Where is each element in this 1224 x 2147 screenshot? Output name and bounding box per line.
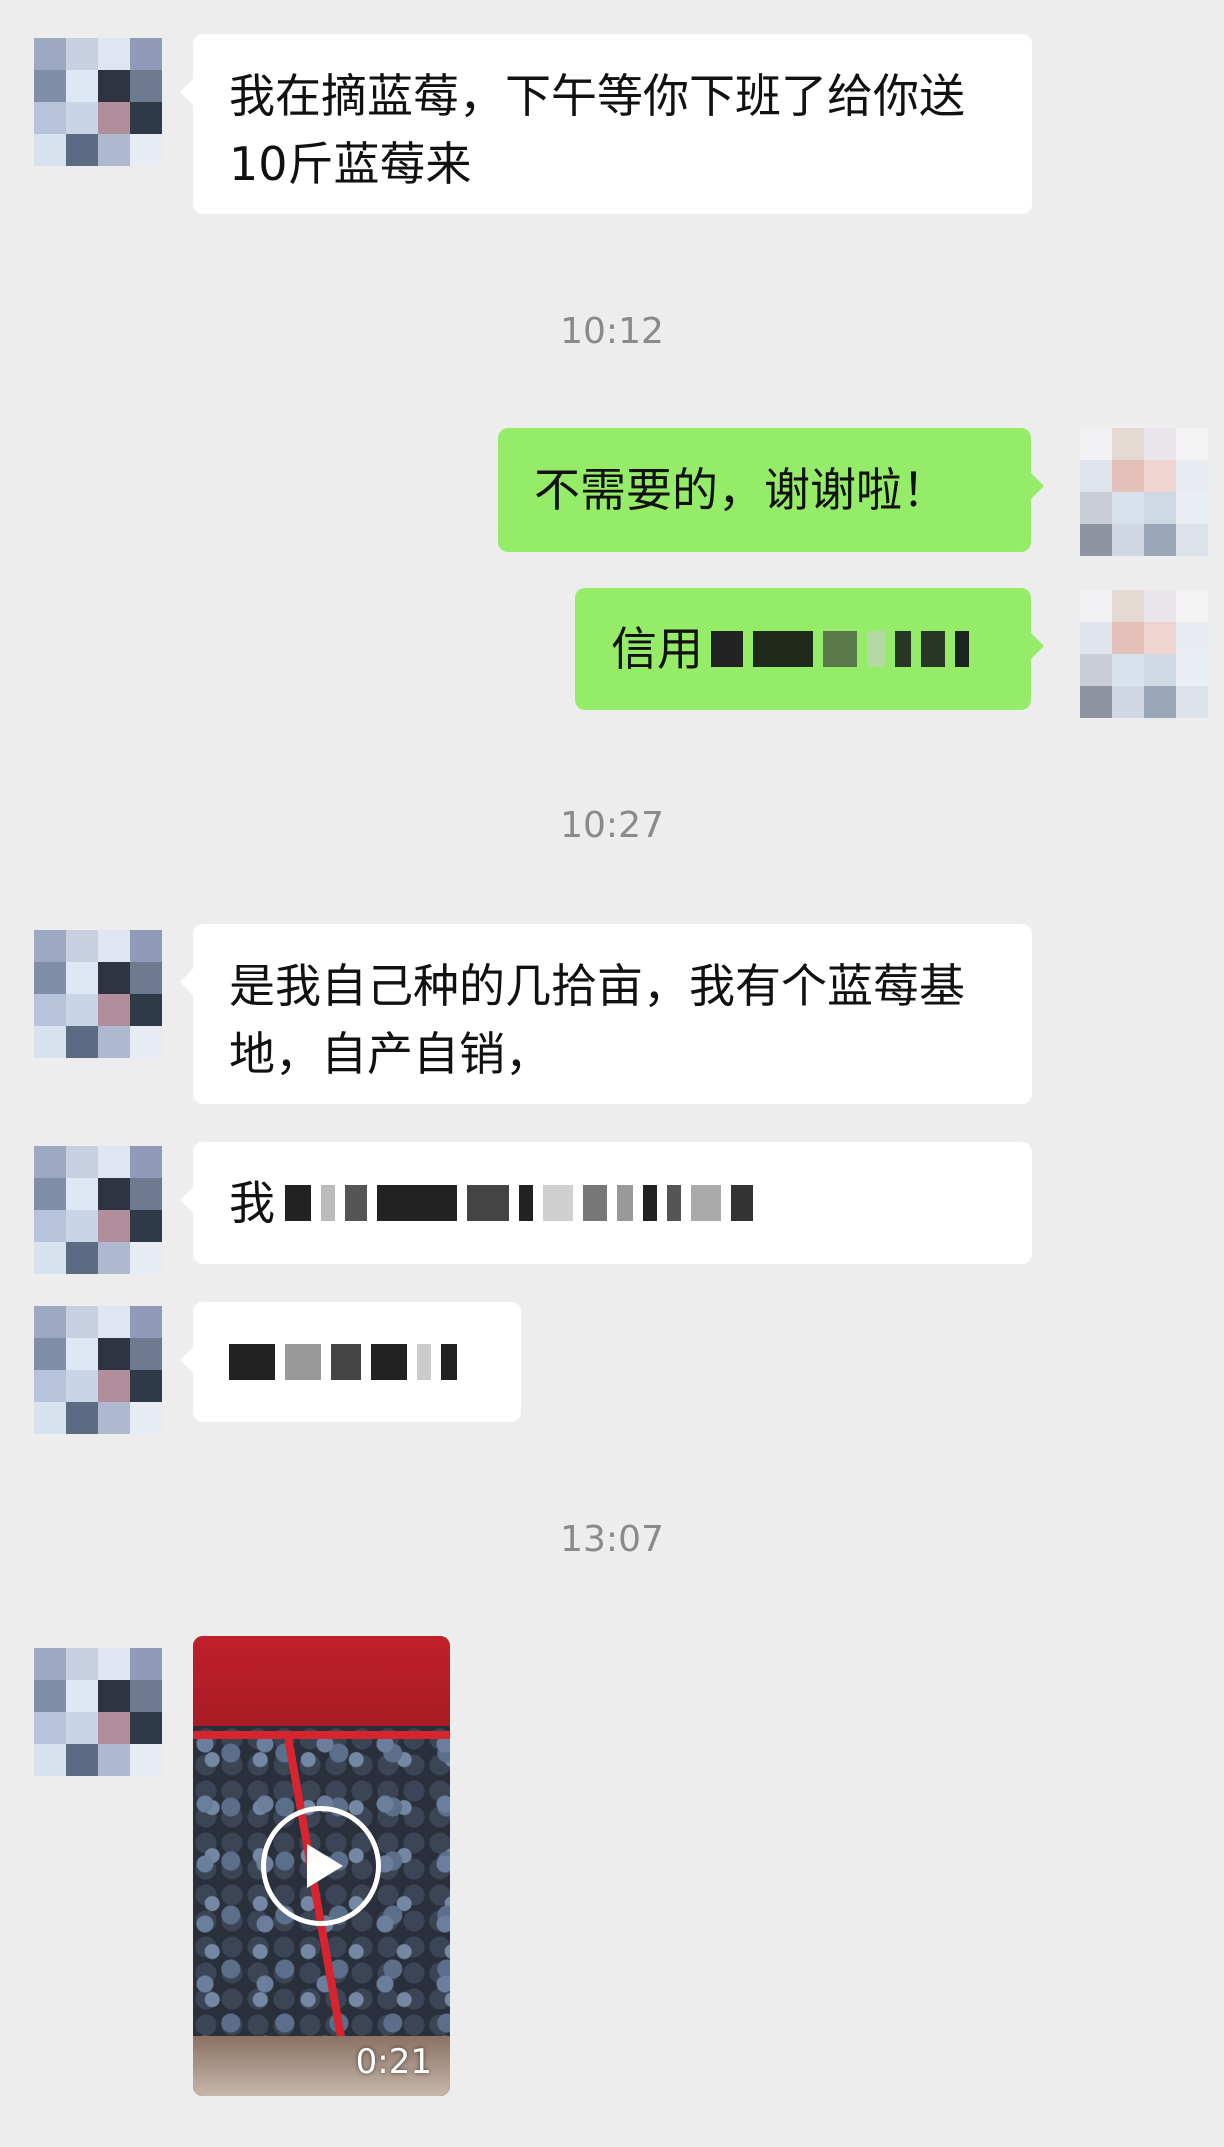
basket-edge	[193, 1731, 450, 1739]
my-avatar[interactable]	[1080, 428, 1208, 556]
play-triangle	[307, 1844, 343, 1888]
contact-avatar[interactable]	[34, 1146, 162, 1274]
message-bubble-outgoing[interactable]: 不需要的，谢谢啦！	[498, 428, 1044, 552]
message-text: 我在摘蓝莓，下午等你下班了给你送10斤蓝莓来	[229, 69, 965, 191]
contact-avatar[interactable]	[34, 38, 162, 166]
message-bubble-incoming[interactable]: 我	[180, 1142, 1032, 1264]
contact-avatar[interactable]	[34, 930, 162, 1058]
message-bubble-incoming[interactable]	[180, 1302, 521, 1422]
timestamp: 13:07	[560, 1519, 664, 1560]
contact-avatar[interactable]	[34, 1306, 162, 1434]
redacted-text	[285, 1185, 753, 1221]
my-avatar[interactable]	[1080, 590, 1208, 718]
message-bubble-outgoing[interactable]: 信用	[575, 588, 1044, 710]
message-text: 信用	[611, 622, 703, 676]
message-text: 不需要的，谢谢啦！	[534, 463, 948, 517]
message-text: 是我自己种的几拾亩，我有个蓝莓基地，自产自销，	[229, 959, 965, 1081]
play-icon[interactable]	[261, 1806, 381, 1926]
timestamp: 10:12	[560, 311, 664, 352]
video-message[interactable]: 0:21	[193, 1636, 450, 2096]
message-bubble-incoming[interactable]: 我在摘蓝莓，下午等你下班了给你送10斤蓝莓来	[180, 34, 1032, 214]
video-duration: 0:21	[355, 2042, 432, 2082]
chat-thread: 我在摘蓝莓，下午等你下班了给你送10斤蓝莓来 10:12 不需要的，谢谢啦！ 信…	[0, 0, 1224, 2147]
redacted-text	[229, 1344, 457, 1380]
message-text: 我	[229, 1176, 275, 1230]
redacted-text	[711, 631, 969, 667]
contact-avatar[interactable]	[34, 1648, 162, 1776]
timestamp: 10:27	[560, 805, 664, 846]
message-bubble-incoming[interactable]: 是我自己种的几拾亩，我有个蓝莓基地，自产自销，	[180, 924, 1032, 1104]
